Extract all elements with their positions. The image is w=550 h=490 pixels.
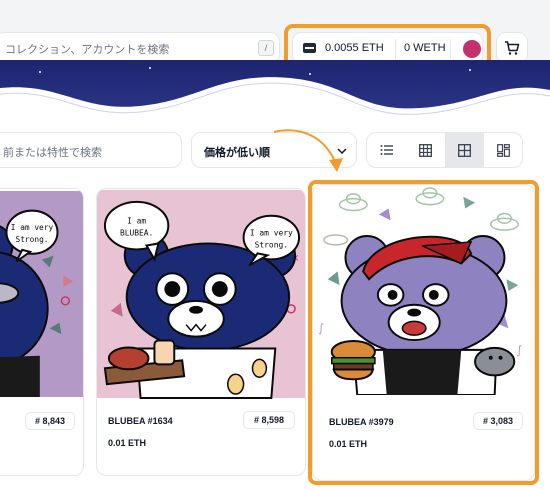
- nft-card[interactable]: & I am very Strong. # 8,843: [0, 188, 84, 476]
- masonry-view-button[interactable]: [484, 133, 522, 167]
- cart-icon: [505, 41, 520, 55]
- avatar[interactable]: [463, 40, 481, 58]
- divider: [450, 39, 451, 59]
- rarity-rank-badge: # 8,598: [243, 411, 295, 429]
- page: コレクション、アカウントを検索 / 0.0055 ETH 0 WETH 前または…: [0, 0, 550, 490]
- divider: [395, 39, 396, 59]
- weth-balance: 0 WETH: [404, 42, 446, 54]
- collection-banner: [0, 60, 550, 130]
- nft-image: & I am very Strong.: [0, 191, 83, 397]
- list-icon: [380, 145, 393, 155]
- wallet-icon: [303, 43, 316, 53]
- search-shortcut-key: /: [258, 40, 274, 56]
- eth-balance: 0.0055 ETH: [325, 42, 384, 54]
- art-bubble-line-1: I am very: [250, 229, 293, 238]
- sort-label: 価格が低い順: [204, 147, 270, 159]
- list-view-button[interactable]: [367, 133, 406, 167]
- nft-card[interactable]: ✕ I am BLUBEA: [96, 188, 306, 476]
- small-grid-view-button[interactable]: [406, 133, 445, 167]
- card-highlight: [308, 180, 539, 485]
- view-toggle: [366, 132, 523, 168]
- art-bubble-line-2: Strong.: [16, 235, 49, 244]
- art-bubble-line-1: I am: [127, 217, 146, 226]
- annotation-arrow: [273, 129, 343, 172]
- grid-large-icon: [458, 144, 471, 157]
- art-bubble-line-2: Strong.: [255, 240, 288, 249]
- nft-price: 0.01 ETH: [108, 438, 147, 448]
- rarity-rank-badge: # 8,843: [25, 412, 75, 430]
- grid-small-icon: [419, 144, 432, 157]
- trait-search-placeholder: 前または特性で検索: [3, 147, 102, 159]
- large-grid-view-button[interactable]: [445, 133, 484, 167]
- trait-search-input[interactable]: 前または特性で検索: [0, 132, 182, 168]
- search-placeholder: コレクション、アカウントを検索: [5, 44, 170, 56]
- nft-name: BLUBEA #1634: [108, 416, 173, 426]
- art-bubble-line-1: I am very: [11, 223, 54, 232]
- art-bubble-line-2: BLUBEA.: [120, 229, 153, 238]
- masonry-icon: [497, 144, 510, 157]
- nft-image: ✕ I am BLUBEA: [97, 190, 305, 399]
